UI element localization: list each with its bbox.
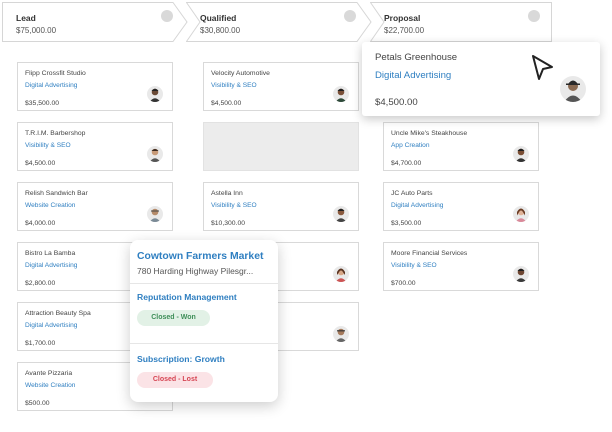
- deal-amount: $10,300.00: [211, 220, 246, 227]
- avatar[interactable]: [147, 146, 163, 162]
- deal-amount: $500.00: [25, 400, 50, 407]
- deal-service[interactable]: Digital Advertising: [25, 262, 77, 269]
- stage-name: Proposal: [384, 13, 421, 23]
- stage-status-dot: [161, 10, 173, 22]
- deal-name: Relish Sandwich Bar: [25, 190, 88, 197]
- stage-amount: $75,000.00: [16, 26, 57, 35]
- deal-name: Uncle Mike's Steakhouse: [391, 130, 468, 137]
- stage-status-dot: [528, 10, 540, 22]
- deal-amount: $2,800.00: [25, 280, 56, 287]
- deal-name: Flipp Crossfit Studio: [25, 70, 86, 77]
- deal-name: Petals Greenhouse: [375, 52, 458, 63]
- divider: [130, 343, 278, 344]
- deal-amount: $3,500.00: [391, 220, 422, 227]
- deal-service[interactable]: Visibility & SEO: [211, 202, 257, 209]
- mouse-cursor-icon: [532, 55, 553, 80]
- deal-name: Bistro La Bamba: [25, 250, 76, 257]
- deal-amount: $4,500.00: [375, 97, 418, 108]
- opportunity-title[interactable]: Subscription: Growth: [137, 354, 225, 364]
- divider: [130, 283, 278, 284]
- stage-status-dot: [344, 10, 356, 22]
- deal-service[interactable]: Website Creation: [25, 382, 75, 389]
- stage-name: Qualified: [200, 13, 237, 23]
- stage-lead[interactable]: Lead $75,000.00: [2, 2, 188, 42]
- contact-name[interactable]: Cowtown Farmers Market: [137, 251, 263, 262]
- avatar[interactable]: [333, 326, 349, 342]
- stage-amount: $22,700.00: [384, 26, 425, 35]
- deal-amount: $35,500.00: [25, 100, 60, 107]
- avatar[interactable]: [333, 86, 349, 102]
- avatar[interactable]: [147, 86, 163, 102]
- deal-card[interactable]: Relish Sandwich Bar Website Creation $4,…: [17, 182, 173, 231]
- drop-placeholder: [203, 122, 359, 171]
- deal-service[interactable]: Visibility & SEO: [391, 262, 437, 269]
- deal-card[interactable]: JC Auto Parts Digital Advertising $3,500…: [383, 182, 539, 231]
- deal-amount: $4,000.00: [25, 220, 56, 227]
- deal-amount: $4,500.00: [211, 100, 242, 107]
- deal-card[interactable]: Velocity Automotive Visibility & SEO $4,…: [203, 62, 359, 111]
- deal-amount: $1,700.00: [25, 340, 56, 347]
- deal-service[interactable]: Visibility & SEO: [25, 142, 71, 149]
- contact-popup[interactable]: Cowtown Farmers Market 780 Harding Highw…: [130, 240, 278, 402]
- deal-name: Moore Financial Services: [391, 250, 468, 257]
- deal-service[interactable]: Digital Advertising: [375, 70, 451, 81]
- deal-name: JC Auto Parts: [391, 190, 433, 197]
- deal-card[interactable]: Moore Financial Services Visibility & SE…: [383, 242, 539, 291]
- status-badge: Closed - Lost: [137, 372, 213, 388]
- opportunity-title[interactable]: Reputation Management: [137, 292, 237, 302]
- deal-amount: $700.00: [391, 280, 416, 287]
- deal-name: Avante Pizzaria: [25, 370, 73, 377]
- stage-qualified[interactable]: Qualified $30,800.00: [186, 2, 372, 42]
- deal-card[interactable]: T.R.I.M. Barbershop Visibility & SEO $4,…: [17, 122, 173, 171]
- avatar[interactable]: [333, 206, 349, 222]
- stage-proposal[interactable]: Proposal $22,700.00: [370, 2, 552, 42]
- deal-name: Attraction Beauty Spa: [25, 310, 91, 317]
- deal-service[interactable]: Visibility & SEO: [211, 82, 257, 89]
- deal-amount: $4,500.00: [25, 160, 56, 167]
- deal-service[interactable]: App Creation: [391, 142, 430, 149]
- avatar[interactable]: [333, 266, 349, 282]
- dragged-deal-card[interactable]: Petals Greenhouse Digital Advertising $4…: [362, 42, 600, 116]
- avatar[interactable]: [513, 146, 529, 162]
- deal-name: T.R.I.M. Barbershop: [25, 130, 86, 137]
- avatar[interactable]: [513, 206, 529, 222]
- deal-service[interactable]: Digital Advertising: [391, 202, 443, 209]
- deal-card[interactable]: Uncle Mike's Steakhouse App Creation $4,…: [383, 122, 539, 171]
- status-badge: Closed - Won: [137, 310, 210, 326]
- avatar[interactable]: [147, 206, 163, 222]
- stage-amount: $30,800.00: [200, 26, 241, 35]
- deal-amount: $4,700.00: [391, 160, 422, 167]
- contact-address: 780 Harding Highway Pilesgr...: [137, 266, 254, 276]
- deal-name: Velocity Automotive: [211, 70, 270, 77]
- deal-service[interactable]: Digital Advertising: [25, 322, 77, 329]
- deal-card[interactable]: Astella Inn Visibility & SEO $10,300.00: [203, 182, 359, 231]
- avatar[interactable]: [513, 266, 529, 282]
- deal-card[interactable]: Flipp Crossfit Studio Digital Advertisin…: [17, 62, 173, 111]
- deal-name: Astella Inn: [211, 190, 243, 197]
- avatar[interactable]: [560, 76, 586, 102]
- stage-name: Lead: [16, 13, 36, 23]
- deal-service[interactable]: Digital Advertising: [25, 82, 77, 89]
- deal-service[interactable]: Website Creation: [25, 202, 75, 209]
